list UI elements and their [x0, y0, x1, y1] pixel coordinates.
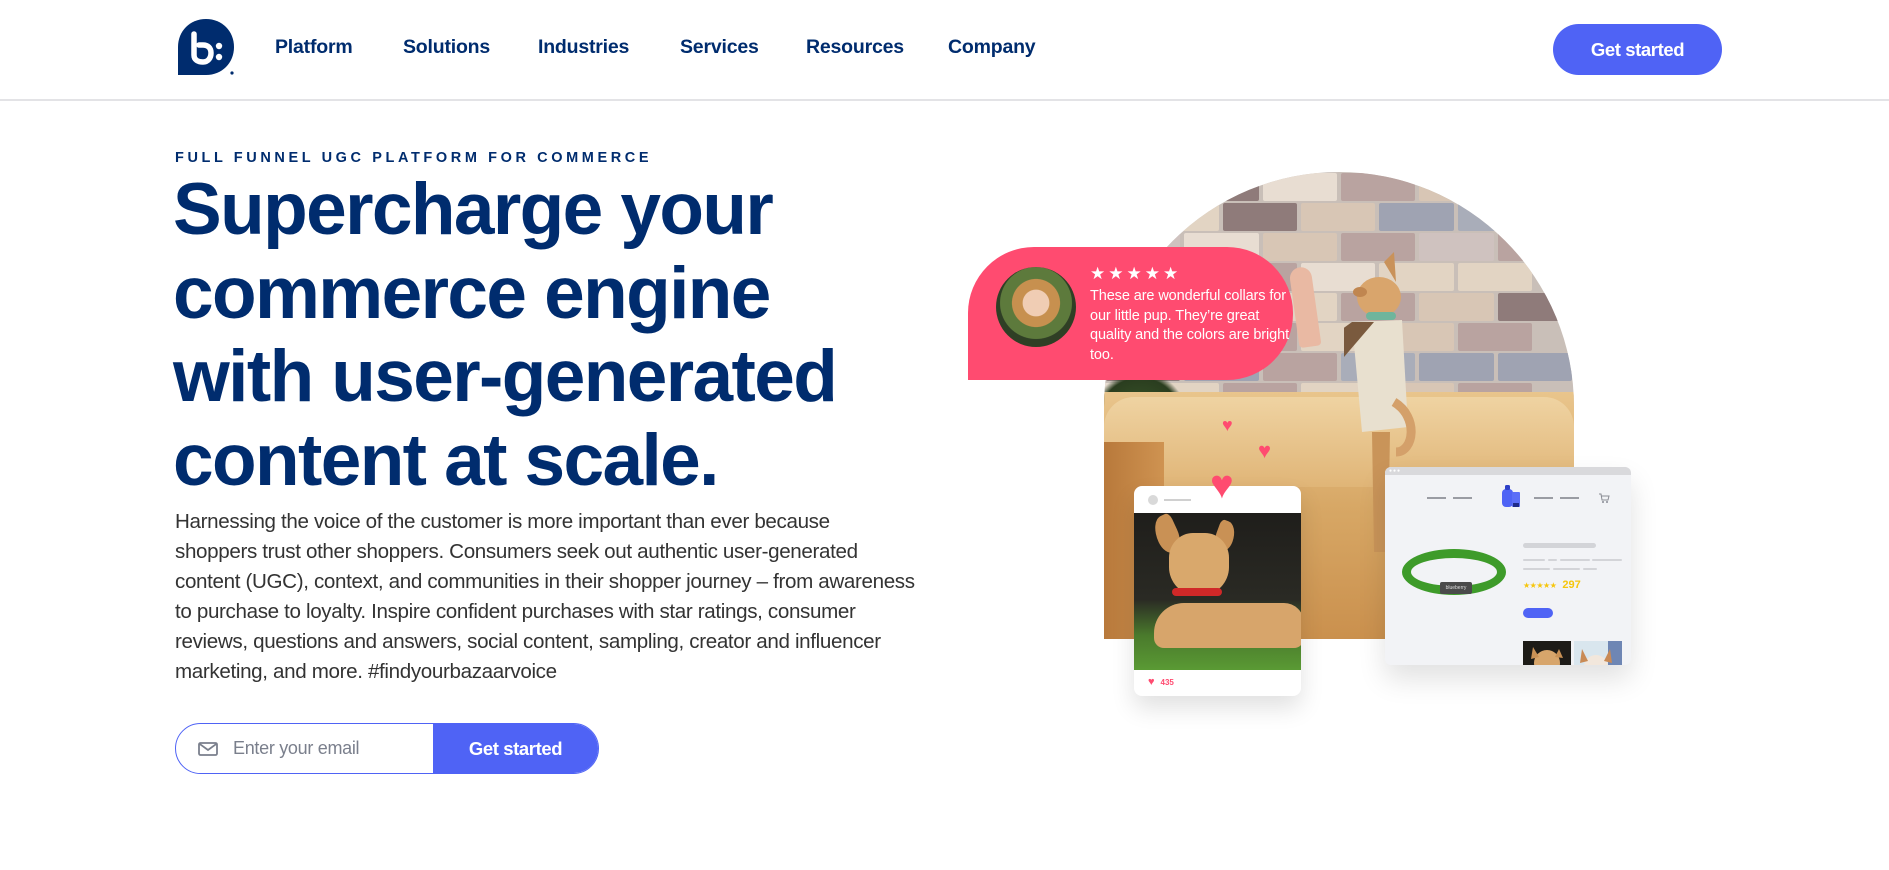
cart-icon: [1599, 493, 1610, 503]
product-bottle-icon: [1502, 485, 1520, 507]
brick: [1497, 353, 1572, 381]
mail-icon: [198, 742, 218, 756]
hero-eyebrow: FULL FUNNEL UGC PLATFORM FOR COMMERCE: [175, 150, 653, 166]
email-field: [176, 724, 433, 773]
email-get-started-button[interactable]: Get started: [433, 724, 598, 773]
nav-company[interactable]: Company: [948, 36, 1036, 59]
rating-stars: ★★★★★: [1523, 580, 1557, 590]
nav-services[interactable]: Services: [680, 36, 759, 59]
like-count: 435: [1160, 678, 1174, 687]
heart-icon: ♥: [1148, 676, 1155, 688]
reviewer-avatar: [996, 267, 1076, 347]
review-count: 297: [1562, 579, 1581, 591]
product-title-placeholder: [1523, 543, 1596, 548]
brick: [1262, 173, 1337, 201]
headline-line: commerce engine: [173, 252, 771, 334]
product-page-card: ●●● blueberry ★★★★★ 297: [1385, 467, 1631, 665]
brick: [1222, 203, 1297, 231]
big-heart-icon: ♥: [1210, 463, 1234, 507]
post-dog-photo: [1134, 513, 1301, 670]
brick: [1340, 173, 1416, 201]
add-to-cart-button-placeholder: [1523, 608, 1553, 618]
window-dots: ●●●: [1389, 468, 1402, 474]
headline-line: with user-generated: [173, 336, 838, 417]
post-avatar: [1148, 495, 1158, 505]
brick: [1457, 323, 1532, 351]
review-text: These are wonderful collars for our litt…: [1090, 288, 1290, 363]
brick-row: [1104, 202, 1534, 232]
heart-icon: ♥: [1258, 438, 1272, 463]
nav-platform[interactable]: Platform: [275, 36, 353, 59]
site-header: Platform Solutions Industries Services R…: [0, 0, 1889, 101]
collar-tag: blueberry: [1440, 582, 1472, 594]
brick: [1104, 203, 1141, 231]
brick: [1497, 233, 1572, 261]
bazaarvoice-logo[interactable]: [177, 18, 235, 76]
star-icon: ★: [1090, 264, 1106, 283]
brick: [1457, 263, 1532, 291]
star-icon: ★: [1108, 264, 1124, 283]
heart-icon: ♥: [1222, 415, 1233, 435]
browser-bar: ●●●: [1385, 467, 1631, 475]
brick: [1419, 293, 1494, 321]
brick-row: [1104, 172, 1574, 202]
brick: [1106, 173, 1181, 201]
nav-industries[interactable]: Industries: [538, 36, 629, 59]
ugc-thumbnail: [1574, 641, 1622, 665]
review-card: ★ ★ ★ ★ ★ These are wonderful collars fo…: [968, 247, 1293, 380]
hero-description: Harnessing the voice of the customer is …: [175, 510, 915, 683]
brick: [1379, 203, 1454, 231]
brick: [1419, 353, 1494, 381]
hero-headline: Supercharge your commerce engine with us…: [173, 168, 933, 502]
brick: [1419, 233, 1494, 261]
post-likes: ♥ 435: [1148, 677, 1174, 688]
headline-line: content at scale.: [173, 419, 719, 501]
brick: [1497, 293, 1572, 321]
review-stars: ★ ★ ★ ★ ★: [1090, 265, 1178, 282]
product-rating: ★★★★★ 297: [1523, 579, 1581, 591]
brick: [1262, 233, 1337, 261]
brick: [1419, 173, 1494, 201]
nav-solutions[interactable]: Solutions: [403, 36, 490, 59]
ugc-thumbnail: [1523, 641, 1571, 665]
nav-resources[interactable]: Resources: [806, 36, 904, 59]
star-icon: ★: [1144, 264, 1160, 283]
brick: [1457, 203, 1532, 231]
post-username-placeholder: [1164, 499, 1191, 501]
brick: [1144, 203, 1219, 231]
social-post-card: ♥ 435: [1134, 486, 1301, 696]
brick: [1497, 173, 1572, 201]
email-signup-form: Get started: [175, 723, 599, 774]
star-icon: ★: [1126, 264, 1142, 283]
brick: [1300, 203, 1376, 231]
header-get-started-button[interactable]: Get started: [1553, 24, 1722, 75]
brick: [1184, 173, 1259, 201]
email-input[interactable]: [233, 724, 428, 773]
headline-line: Supercharge your: [173, 169, 774, 250]
hero-illustration: ★ ★ ★ ★ ★ These are wonderful collars fo…: [960, 160, 1660, 740]
star-icon: ★: [1163, 264, 1179, 283]
